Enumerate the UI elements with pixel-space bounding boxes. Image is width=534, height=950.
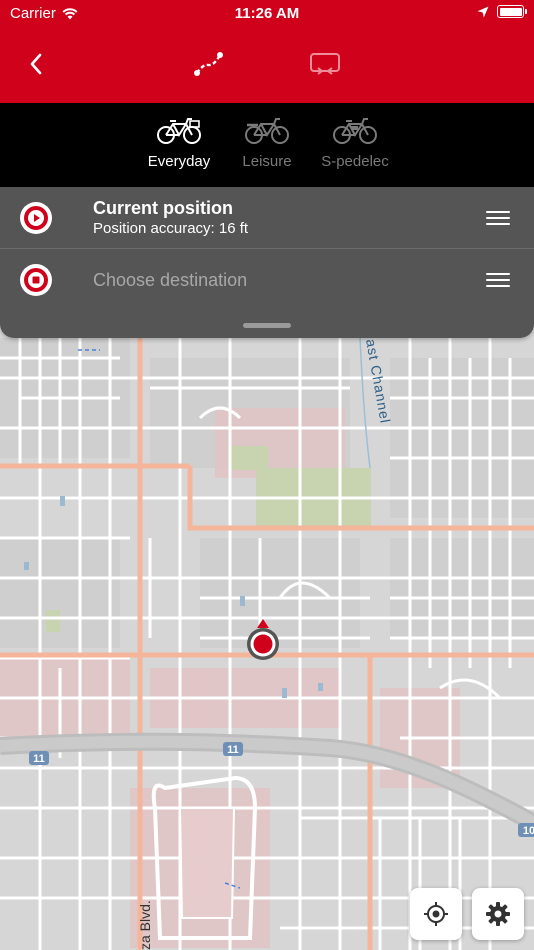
- destination-input[interactable]: Choose destination: [93, 270, 247, 291]
- status-bar: Carrier 11:26 AM: [0, 0, 534, 28]
- reverse-route-icon: [310, 53, 340, 75]
- highway-shield: 11: [29, 751, 49, 765]
- bike-type-everyday[interactable]: Everyday: [135, 103, 223, 187]
- svg-text:11: 11: [33, 753, 45, 765]
- start-point-row[interactable]: Current position Position accuracy: 16 f…: [0, 187, 534, 249]
- location-arrow-icon: [477, 6, 489, 17]
- bicycle-rack-icon: [245, 118, 289, 144]
- map-settings-button[interactable]: [472, 888, 524, 940]
- bike-type-label: Everyday: [147, 153, 211, 170]
- route-planner-panel: Current position Position accuracy: 16 f…: [0, 187, 534, 338]
- reverse-route-button[interactable]: [303, 42, 347, 86]
- highway-shield: 10: [518, 823, 534, 837]
- battery-icon: [497, 5, 527, 18]
- highway-shield: 11: [223, 742, 243, 756]
- map-view[interactable]: ast Channel za Blvd. 11 11 10: [0, 338, 534, 950]
- destination-row[interactable]: Choose destination: [0, 249, 534, 311]
- bicycle-basket-icon: [157, 118, 201, 144]
- gear-icon: [486, 902, 510, 926]
- start-subtitle: Position accuracy: 16 ft: [93, 220, 249, 237]
- bike-type-selector: Everyday Leisure S-pedelec: [0, 103, 534, 187]
- bike-type-label: S-pedelec: [321, 153, 389, 170]
- e-bicycle-icon: [333, 118, 377, 144]
- svg-text:11: 11: [227, 744, 239, 756]
- bike-type-leisure[interactable]: Leisure: [223, 103, 311, 187]
- panel-drag-handle[interactable]: [243, 323, 291, 328]
- route-options-button[interactable]: [187, 42, 231, 86]
- destination-pin-icon: [20, 264, 52, 296]
- status-time: 11:26 AM: [234, 5, 300, 22]
- svg-text:10: 10: [523, 825, 534, 837]
- crosshair-icon: [424, 902, 448, 926]
- back-button[interactable]: [14, 42, 58, 86]
- chevron-left-icon: [30, 53, 42, 75]
- reorder-handle-icon[interactable]: [486, 273, 510, 287]
- bike-type-s-pedelec[interactable]: S-pedelec: [311, 103, 399, 187]
- start-pin-icon: [20, 202, 52, 234]
- locate-me-button[interactable]: [410, 888, 462, 940]
- start-title: Current position: [93, 198, 233, 218]
- route-icon: [194, 52, 223, 76]
- reorder-handle-icon[interactable]: [486, 211, 510, 225]
- bike-type-label: Leisure: [242, 153, 292, 170]
- app-header: Carrier 11:26 AM: [0, 0, 534, 103]
- street-label: za Blvd.: [137, 900, 153, 950]
